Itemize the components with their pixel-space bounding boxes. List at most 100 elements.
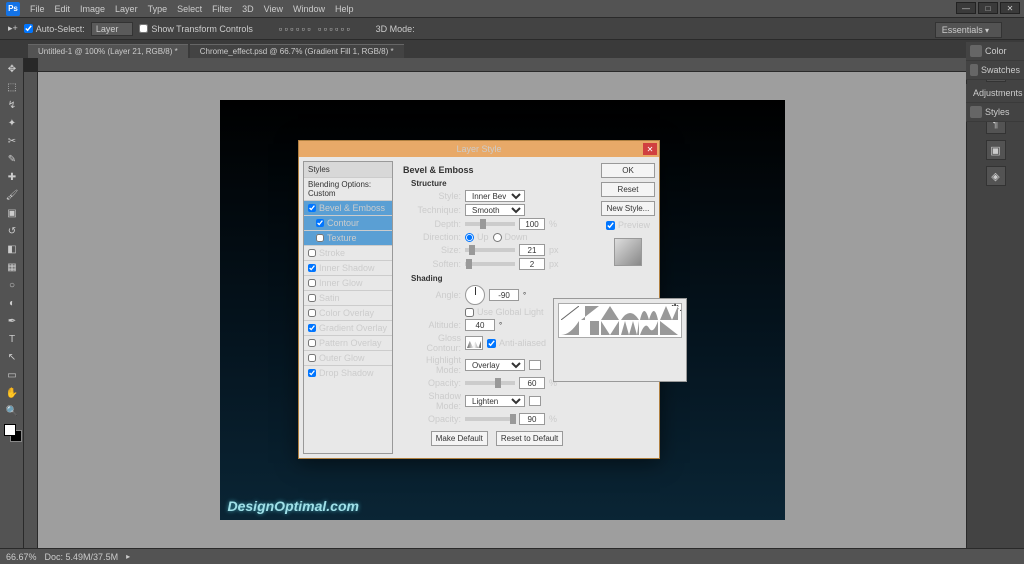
item-outer-glow[interactable]: Outer Glow (304, 350, 392, 365)
soften-slider[interactable] (465, 262, 515, 266)
reset-default-button[interactable]: Reset to Default (496, 431, 563, 446)
item-stroke[interactable]: Stroke (304, 245, 392, 260)
technique-select[interactable]: Smooth (465, 204, 525, 216)
doc-size[interactable]: Doc: 5.49M/37.5M (45, 552, 119, 562)
item-inner-shadow[interactable]: Inner Shadow (304, 260, 392, 275)
new-style-button[interactable]: New Style... (601, 201, 655, 216)
contour-preset[interactable] (640, 321, 658, 335)
item-color-overlay[interactable]: Color Overlay (304, 305, 392, 320)
size-slider[interactable] (465, 248, 515, 252)
lasso-tool[interactable]: ↯ (2, 97, 22, 113)
depth-value[interactable]: 100 (519, 218, 545, 230)
item-drop-shadow[interactable]: Drop Shadow (304, 365, 392, 380)
shape-tool[interactable]: ▭ (2, 367, 22, 383)
highlight-color[interactable] (529, 360, 541, 370)
menu-select[interactable]: Select (177, 4, 202, 14)
contour-preset[interactable] (601, 306, 619, 320)
contour-preset[interactable] (660, 321, 678, 335)
soften-value[interactable]: 2 (519, 258, 545, 270)
move-tool[interactable]: ✥ (2, 61, 22, 77)
menu-edit[interactable]: Edit (55, 4, 71, 14)
item-bevel[interactable]: Bevel & Emboss (304, 200, 392, 215)
menu-filter[interactable]: Filter (212, 4, 232, 14)
style-select[interactable]: Inner Bevel (465, 190, 525, 202)
contour-preset[interactable] (621, 321, 639, 335)
pen-tool[interactable]: ✒ (2, 313, 22, 329)
panel-swatches[interactable]: Swatches (966, 61, 1024, 80)
gradient-tool[interactable]: ▦ (2, 259, 22, 275)
highlight-mode[interactable]: Overlay (465, 359, 525, 371)
contour-preset[interactable] (601, 321, 619, 335)
menu-image[interactable]: Image (80, 4, 105, 14)
item-contour[interactable]: Contour (304, 215, 392, 230)
make-default-button[interactable]: Make Default (431, 431, 488, 446)
healing-tool[interactable]: ✚ (2, 169, 22, 185)
close-window-button[interactable]: ✕ (1000, 2, 1020, 14)
contour-preset[interactable] (561, 321, 579, 335)
stamp-tool[interactable]: ▣ (2, 205, 22, 221)
item-inner-glow[interactable]: Inner Glow (304, 275, 392, 290)
eyedropper-tool[interactable]: ✎ (2, 151, 22, 167)
reset-button[interactable]: Reset (601, 182, 655, 197)
zoom-tool[interactable]: 🔍 (2, 403, 22, 419)
show-transform-check[interactable]: Show Transform Controls (139, 24, 253, 34)
gloss-contour-picker[interactable] (465, 336, 483, 350)
menu-layer[interactable]: Layer (115, 4, 138, 14)
shadow-mode[interactable]: Lighten (465, 395, 525, 407)
marquee-tool[interactable]: ⬚ (2, 79, 22, 95)
auto-select-check[interactable]: Auto-Select: (24, 24, 85, 34)
color-swatch[interactable] (4, 424, 22, 442)
shadow-opacity-slider[interactable] (465, 417, 515, 421)
wand-tool[interactable]: ✦ (2, 115, 22, 131)
menu-view[interactable]: View (264, 4, 283, 14)
history-brush-tool[interactable]: ↺ (2, 223, 22, 239)
tab-untitled[interactable]: Untitled-1 @ 100% (Layer 21, RGB/8) * (28, 44, 188, 58)
ok-button[interactable]: OK (601, 163, 655, 178)
contour-preset[interactable] (660, 306, 678, 320)
contour-preset[interactable] (640, 306, 658, 320)
blur-tool[interactable]: ○ (2, 277, 22, 293)
menu-type[interactable]: Type (148, 4, 168, 14)
contour-preset[interactable] (621, 306, 639, 320)
menu-3d[interactable]: 3D (242, 4, 254, 14)
zoom-level[interactable]: 66.67% (6, 552, 37, 562)
contour-preset[interactable] (581, 321, 599, 335)
minimize-button[interactable]: — (956, 2, 976, 14)
tab-chrome-effect[interactable]: Chrome_effect.psd @ 66.7% (Gradient Fill… (190, 44, 404, 58)
dodge-tool[interactable]: ◐ (2, 295, 22, 311)
angle-value[interactable] (489, 289, 519, 301)
item-satin[interactable]: Satin (304, 290, 392, 305)
menu-window[interactable]: Window (293, 4, 325, 14)
contour-preset[interactable] (581, 306, 599, 320)
dialog-close-button[interactable]: ✕ (643, 143, 657, 155)
altitude-value[interactable] (465, 319, 495, 331)
item-texture[interactable]: Texture (304, 230, 392, 245)
antialiased-check[interactable]: Anti-aliased (487, 338, 546, 348)
size-value[interactable]: 21 (519, 244, 545, 256)
workspace-switcher[interactable]: Essentials ▾ (935, 22, 1002, 38)
item-pattern-overlay[interactable]: Pattern Overlay (304, 335, 392, 350)
panel-adjustments[interactable]: Adjustments (966, 84, 1024, 103)
dir-up[interactable]: Up (465, 232, 489, 242)
global-light-check[interactable]: Use Global Light (465, 307, 544, 317)
auto-select-target[interactable]: Layer (91, 22, 134, 36)
dir-down[interactable]: Down (493, 232, 528, 242)
panel-styles[interactable]: Styles (966, 103, 1024, 122)
menu-file[interactable]: File (30, 4, 45, 14)
hand-tool[interactable]: ✋ (2, 385, 22, 401)
layers-icon[interactable]: ▣ (986, 140, 1006, 160)
maximize-button[interactable]: □ (978, 2, 998, 14)
channels-icon[interactable]: ◈ (986, 166, 1006, 186)
highlight-opacity[interactable]: 60 (519, 377, 545, 389)
shadow-color[interactable] (529, 396, 541, 406)
menu-help[interactable]: Help (335, 4, 354, 14)
angle-dial[interactable] (465, 285, 485, 305)
panel-color[interactable]: Color (966, 42, 1024, 61)
preview-check[interactable]: Preview (601, 220, 655, 230)
crop-tool[interactable]: ✂ (2, 133, 22, 149)
path-tool[interactable]: ↖ (2, 349, 22, 365)
shadow-opacity[interactable]: 90 (519, 413, 545, 425)
align-icons[interactable]: ▫ ▫ ▫ ▫ ▫ ▫ ▫ ▫ ▫ ▫ ▫ ▫ (279, 24, 350, 34)
blending-options[interactable]: Blending Options: Custom (304, 177, 392, 200)
contour-preset[interactable] (561, 306, 579, 320)
